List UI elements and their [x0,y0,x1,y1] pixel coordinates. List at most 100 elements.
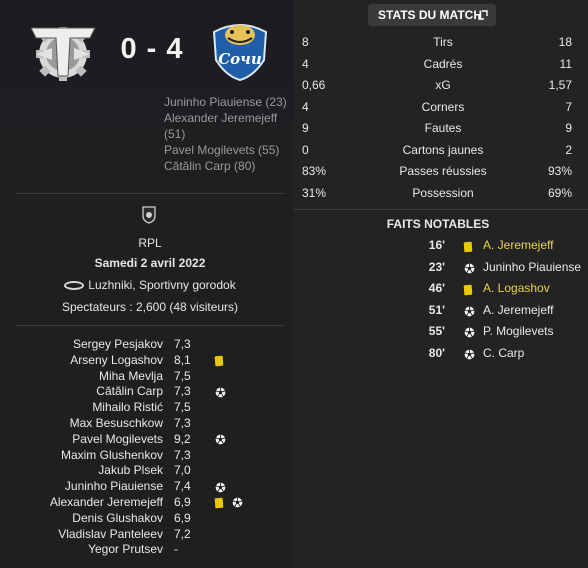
player-rating: 7,0 [174,463,191,478]
stat-away-value: 93% [547,164,572,178]
event-player[interactable]: A. Jeremejeff [483,238,553,252]
event-player[interactable]: A. Logashov [483,281,550,295]
event-player[interactable]: A. Jeremejeff [483,303,553,317]
scorer-item: Alexander Jeremejeff (51) [164,111,278,141]
event-player[interactable]: Juninho Piauiense [483,260,581,274]
player-name[interactable]: Maxim Glushenkov [61,448,163,462]
stat-away-value: 7 [565,99,572,114]
match-stats-button[interactable]: STATS DU MATCH [368,4,496,26]
stat-label: xG [435,78,451,92]
player-rating: 7,3 [174,337,191,351]
event-player[interactable]: C. Carp [483,346,524,360]
stat-row: 0 Cartons jaunes 2 [293,143,588,161]
event-row[interactable]: 23' Juninho Piauiense [293,260,588,278]
stat-row: 8 Tirs 18 [293,35,588,53]
event-row[interactable]: 16' A. Jeremejeff [293,238,588,256]
player-rating: 7,3 [174,447,191,462]
event-row[interactable]: 80' C. Carp [293,346,588,364]
player-name[interactable]: Vladislav Panteleev [58,527,163,541]
player-name[interactable]: Alexander Jeremejeff [50,495,163,509]
player-name[interactable]: Pavel Mogilevets [72,432,163,446]
stat-row: 4 Cadrés 11 [293,57,588,75]
player-row[interactable]: Max Besuschkow 7,3 [0,416,293,432]
goal-icon [464,263,475,273]
stat-label: Corners [421,99,465,114]
player-name[interactable]: Miha Mevlja [99,369,163,383]
player-rating: 6,9 [174,494,191,509]
torpedo-crest-icon[interactable] [28,18,98,84]
player-row[interactable]: Jakub Plsek 7,0 [0,463,293,479]
player-row[interactable]: Vladislav Panteleev 7,2 [0,527,293,543]
player-name[interactable]: Yegor Prutsev [88,542,163,556]
stadium-icon [64,281,85,291]
match-stats-label: STATS DU MATCH [378,8,482,22]
stat-home-value: 83% [302,164,327,178]
stat-row: 31% Possession 69% [293,186,588,204]
sochi-crest-icon[interactable]: Сочи [208,16,272,82]
goal-icon [232,498,243,508]
player-row[interactable]: Alexander Jeremejeff 6,9 [0,495,293,511]
match-summary-panel: 0 - 4 Сочи Juninho Piauiense (23) Alexan… [0,0,293,568]
event-minute: 23' [428,259,445,274]
yellow-card-icon [463,284,473,296]
player-row[interactable]: Yegor Prutsev - [0,542,293,558]
player-row[interactable]: Pavel Mogilevets 9,2 [0,432,293,448]
player-name[interactable]: Sergey Pesjakov [73,337,163,351]
player-name[interactable]: Mihailo Ristić [92,400,163,414]
player-row[interactable]: Sergey Pesjakov 7,3 [0,337,293,353]
player-row[interactable]: Maxim Glushenkov 7,3 [0,448,293,464]
player-rating: 7,4 [174,479,191,494]
match-date: Samedi 2 avril 2022 [94,256,206,270]
yellow-card-icon [214,355,224,367]
event-row[interactable]: 51' A. Jeremejeff [293,303,588,321]
player-rating: 8,1 [174,352,191,367]
goal-icon [464,306,475,316]
player-rating: 7,3 [174,415,191,430]
player-row[interactable]: Denis Glushakov 6,9 [0,511,293,527]
goal-icon [215,387,226,398]
attendance: Spectateurs : 2,600 (48 visiteurs) [61,300,239,314]
event-row[interactable]: 46' A. Logashov [293,281,588,299]
stadium-line[interactable]: Luzhniki, Sportivny gorodok [0,278,300,292]
stat-away-value: 1,57 [548,78,572,92]
player-row[interactable]: Cătălin Carp 7,3 [0,384,293,400]
player-events [215,386,226,398]
stat-label: Tirs [433,35,453,49]
player-name[interactable]: Denis Glushakov [72,511,163,525]
stat-home-value: 0 [302,142,309,157]
stat-label: Cadrés [423,56,463,71]
player-row[interactable]: Juninho Piauiense 7,4 [0,479,293,495]
match-header: 0 - 4 Сочи Juninho Piauiense (23) Alexan… [0,0,293,190]
player-name[interactable]: Jakub Plsek [98,463,163,477]
stat-row: 0,66 xG 1,57 [293,78,588,96]
away-scorers-list: Juninho Piauiense (23) Alexander Jeremej… [164,94,289,174]
stat-label: Possession [412,185,474,200]
player-row[interactable]: Arseny Logashov 8,1 [0,353,293,369]
player-row[interactable]: Miha Mevlja 7,5 [0,369,293,385]
stat-away-value: 11 [559,56,572,71]
event-minute: 16' [428,238,445,252]
player-rating: 6,9 [174,510,191,525]
event-type-icon [464,327,475,341]
league-name[interactable]: RPL [0,236,300,250]
player-events [215,434,226,446]
player-row[interactable]: Mihailo Ristić 7,5 [0,400,293,416]
event-row[interactable]: 55' P. Mogilevets [293,324,588,342]
goal-icon [464,349,475,359]
event-minute: 46' [428,281,445,295]
player-name[interactable]: Arseny Logashov [70,353,163,367]
event-type-icon [464,306,475,320]
player-name[interactable]: Max Besuschkow [70,416,163,430]
player-events [215,481,226,493]
player-name[interactable]: Juninho Piauiense [65,479,163,493]
event-player[interactable]: P. Mogilevets [483,324,553,338]
player-name[interactable]: Cătălin Carp [96,384,163,398]
player-rating: 7,5 [174,368,191,383]
match-score: 0 - 4 [120,33,184,65]
player-rating: 7,5 [174,400,191,415]
player-rating: 9,2 [174,431,191,446]
notable-events-title: FAITS NOTABLES [386,217,490,231]
event-minute: 55' [428,324,445,338]
svg-text:Сочи: Сочи [218,50,262,68]
player-events [214,497,243,509]
